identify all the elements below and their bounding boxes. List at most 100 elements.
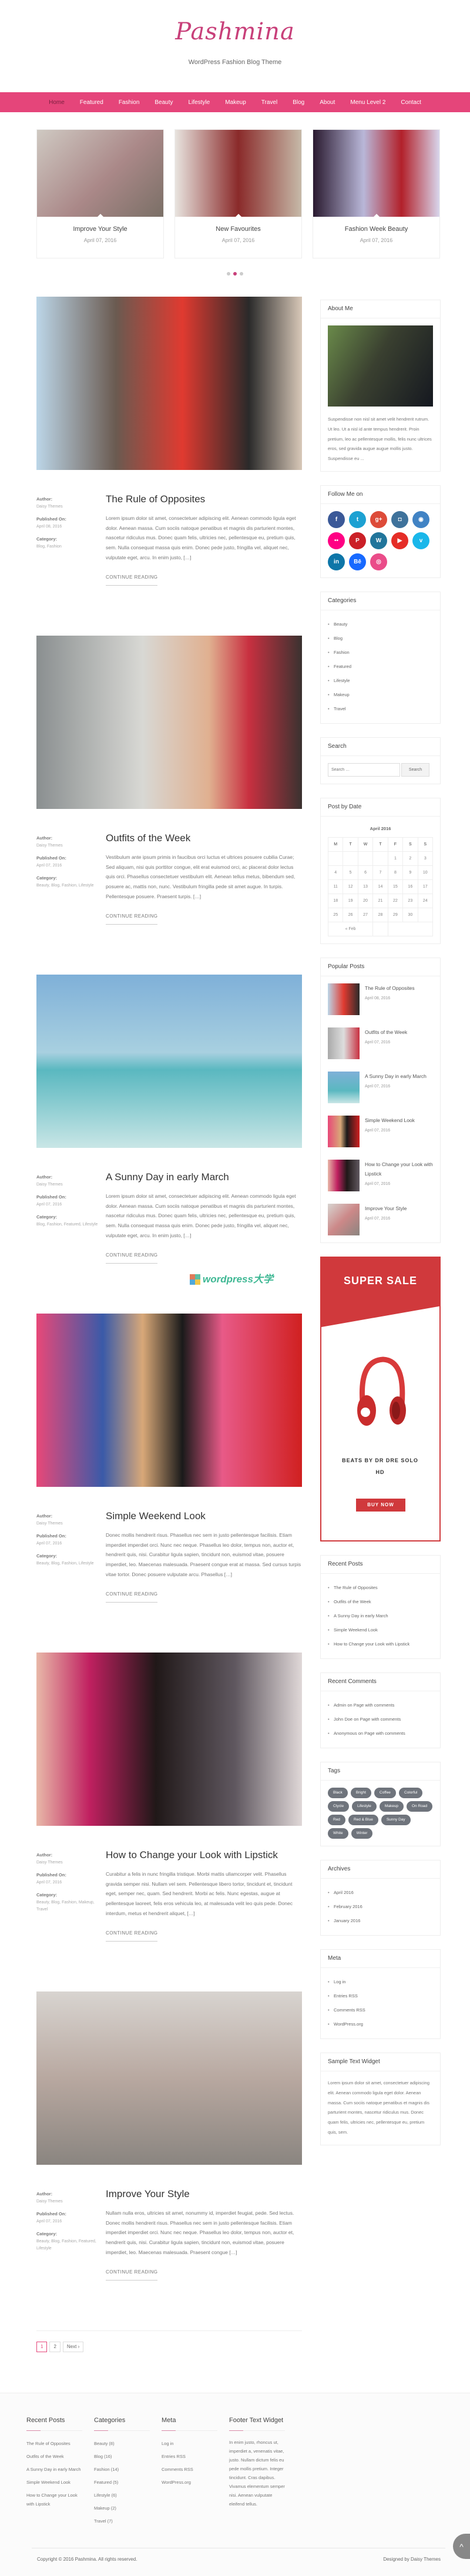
slide[interactable]: Fashion Week Beauty April 07, 2016 xyxy=(313,129,440,258)
wordpress-icon[interactable]: W xyxy=(370,532,387,549)
slide-title[interactable]: Improve Your Style xyxy=(37,226,163,233)
tag-link[interactable]: White xyxy=(328,1828,348,1839)
page-1[interactable]: 1 xyxy=(36,2342,48,2352)
calendar-day[interactable]: 3 xyxy=(417,851,434,866)
recent-post-link[interactable]: Outfits of the Week xyxy=(328,1595,433,1609)
slide-image[interactable] xyxy=(313,130,439,217)
nav-item-fashion[interactable]: Fashion xyxy=(111,99,147,106)
tag-link[interactable]: Coffee xyxy=(374,1787,396,1798)
tag-link[interactable]: Black xyxy=(328,1787,348,1798)
meta-link[interactable]: WordPress.org xyxy=(328,2017,433,2031)
meta-author[interactable]: Daisy Themes xyxy=(36,842,101,849)
popular-post-title[interactable]: Outfits of the Week xyxy=(365,1027,407,1037)
nav-item-about[interactable]: About xyxy=(312,99,343,106)
post-title[interactable]: The Rule of Opposites xyxy=(106,493,303,505)
calendar-day[interactable]: 28 xyxy=(372,907,388,922)
calendar-day[interactable]: 13 xyxy=(357,879,374,894)
popular-post[interactable]: Simple Weekend Look April 07, 2016 xyxy=(328,1115,433,1147)
continue-reading-link[interactable]: CONTINUE READING xyxy=(106,1591,158,1603)
slider-dot[interactable] xyxy=(233,272,237,276)
search-button[interactable]: Search xyxy=(401,763,429,777)
calendar-prev-link[interactable]: « Feb xyxy=(327,921,374,936)
meta-author[interactable]: Daisy Themes xyxy=(36,503,101,511)
archive-link[interactable]: April 2016 xyxy=(328,1886,433,1900)
footer-category-link[interactable]: Blog (16) xyxy=(94,2452,150,2461)
popular-post[interactable]: Improve Your Style April 07, 2016 xyxy=(328,1203,433,1235)
popular-post-title[interactable]: How to Change your Look with Lipstick xyxy=(365,1160,433,1178)
nav-item-blog[interactable]: Blog xyxy=(285,99,312,106)
github-icon[interactable]: ◉ xyxy=(412,511,429,528)
calendar-day[interactable]: 17 xyxy=(417,879,434,894)
calendar-day[interactable]: 12 xyxy=(343,879,358,894)
calendar-day[interactable]: 2 xyxy=(402,851,418,866)
tag-link[interactable]: Winter xyxy=(351,1828,373,1839)
footer-meta-link[interactable]: Log in xyxy=(162,2439,217,2448)
youtube-icon[interactable]: ▶ xyxy=(391,532,408,549)
meta-author[interactable]: Daisy Themes xyxy=(36,1520,101,1527)
comment-link[interactable]: John Doe on Page with comments xyxy=(328,1712,433,1727)
category-link[interactable]: Blog xyxy=(328,632,433,646)
google-plus-icon[interactable]: g+ xyxy=(370,511,387,528)
vimeo-icon[interactable]: v xyxy=(412,532,429,549)
next-page-link[interactable]: Next › xyxy=(62,2342,84,2352)
tag-link[interactable]: Bright xyxy=(350,1787,371,1798)
continue-reading-link[interactable]: CONTINUE READING xyxy=(106,913,158,925)
footer-post-link[interactable]: The Rule of Opposites xyxy=(26,2439,82,2448)
tag-link[interactable]: On Road xyxy=(407,1801,433,1812)
footer-post-link[interactable]: Simple Weekend Look xyxy=(26,2478,82,2487)
nav-item-makeup[interactable]: Makeup xyxy=(217,99,254,106)
slider-dot[interactable] xyxy=(227,272,230,276)
slide-title[interactable]: Fashion Week Beauty xyxy=(313,226,439,233)
footer-category-link[interactable]: Featured (5) xyxy=(94,2478,150,2487)
footer-meta-link[interactable]: Entries RSS xyxy=(162,2452,217,2461)
continue-reading-link[interactable]: CONTINUE READING xyxy=(106,1252,158,1264)
designer-credit[interactable]: Designed by Daisy Themes xyxy=(383,2557,441,2562)
calendar-day[interactable]: 16 xyxy=(402,879,418,894)
popular-post[interactable]: How to Change your Look with Lipstick Apr… xyxy=(328,1159,433,1191)
slide[interactable]: Improve Your Style April 07, 2016 xyxy=(36,129,164,258)
meta-author[interactable]: Daisy Themes xyxy=(36,1181,101,1188)
meta-category[interactable]: Beauty, Blog, Fashion, Featured, Lifesty… xyxy=(36,2238,101,2252)
calendar-day[interactable]: 22 xyxy=(387,893,404,908)
calendar-day[interactable]: 6 xyxy=(357,865,374,880)
meta-category[interactable]: Blog, Fashion xyxy=(36,543,101,550)
slide-image[interactable] xyxy=(37,130,163,217)
post-title[interactable]: Improve Your Style xyxy=(106,2188,303,2200)
category-link[interactable]: Fashion xyxy=(328,646,433,660)
category-link[interactable]: Lifestyle xyxy=(328,674,433,688)
category-link[interactable]: Travel xyxy=(328,702,433,716)
tag-link[interactable]: Lifestyle xyxy=(352,1801,377,1812)
category-link[interactable]: Beauty xyxy=(328,617,433,632)
footer-category-link[interactable]: Beauty (8) xyxy=(94,2439,150,2448)
calendar-day[interactable]: 23 xyxy=(402,893,418,908)
popular-post-thumb[interactable] xyxy=(328,983,360,1015)
popular-post-thumb[interactable] xyxy=(328,1159,360,1191)
nav-item-featured[interactable]: Featured xyxy=(72,99,111,106)
footer-post-link[interactable]: Outfits of the Week xyxy=(26,2452,82,2461)
recent-post-link[interactable]: Simple Weekend Look xyxy=(328,1623,433,1637)
popular-post-title[interactable]: The Rule of Opposites xyxy=(365,983,415,993)
calendar-day[interactable]: 21 xyxy=(372,893,388,908)
footer-category-link[interactable]: Lifestyle (6) xyxy=(94,2491,150,2500)
tag-link[interactable]: Red & Blue xyxy=(348,1814,378,1825)
calendar-day[interactable]: 11 xyxy=(327,879,344,894)
pinterest-icon[interactable]: P xyxy=(349,532,366,549)
calendar-day[interactable]: 29 xyxy=(387,907,404,922)
calendar-day[interactable]: 26 xyxy=(343,907,358,922)
post-title[interactable]: Outfits of the Week xyxy=(106,832,303,844)
calendar-day[interactable]: 30 xyxy=(402,907,418,922)
calendar-day[interactable]: 9 xyxy=(402,865,418,880)
recent-post-link[interactable]: A Sunny Day in early March xyxy=(328,1609,433,1623)
calendar-day[interactable]: 27 xyxy=(357,907,374,922)
calendar-day[interactable]: 20 xyxy=(357,893,374,908)
slide[interactable]: New Favourites April 07, 2016 xyxy=(174,129,302,258)
nav-item-menu-level-2[interactable]: Menu Level 2 xyxy=(343,99,393,106)
behance-icon[interactable]: Bē xyxy=(349,553,366,570)
meta-category[interactable]: Blog, Fashion, Featured, Lifestyle xyxy=(36,1221,101,1228)
calendar-day[interactable]: 14 xyxy=(372,879,388,894)
meta-link[interactable]: Entries RSS xyxy=(328,1989,433,2003)
facebook-icon[interactable]: f xyxy=(328,511,345,528)
calendar-day[interactable]: 8 xyxy=(387,865,404,880)
recent-post-link[interactable]: How to Change your Look with Lipstick xyxy=(328,1637,433,1651)
slide-image[interactable] xyxy=(175,130,301,217)
